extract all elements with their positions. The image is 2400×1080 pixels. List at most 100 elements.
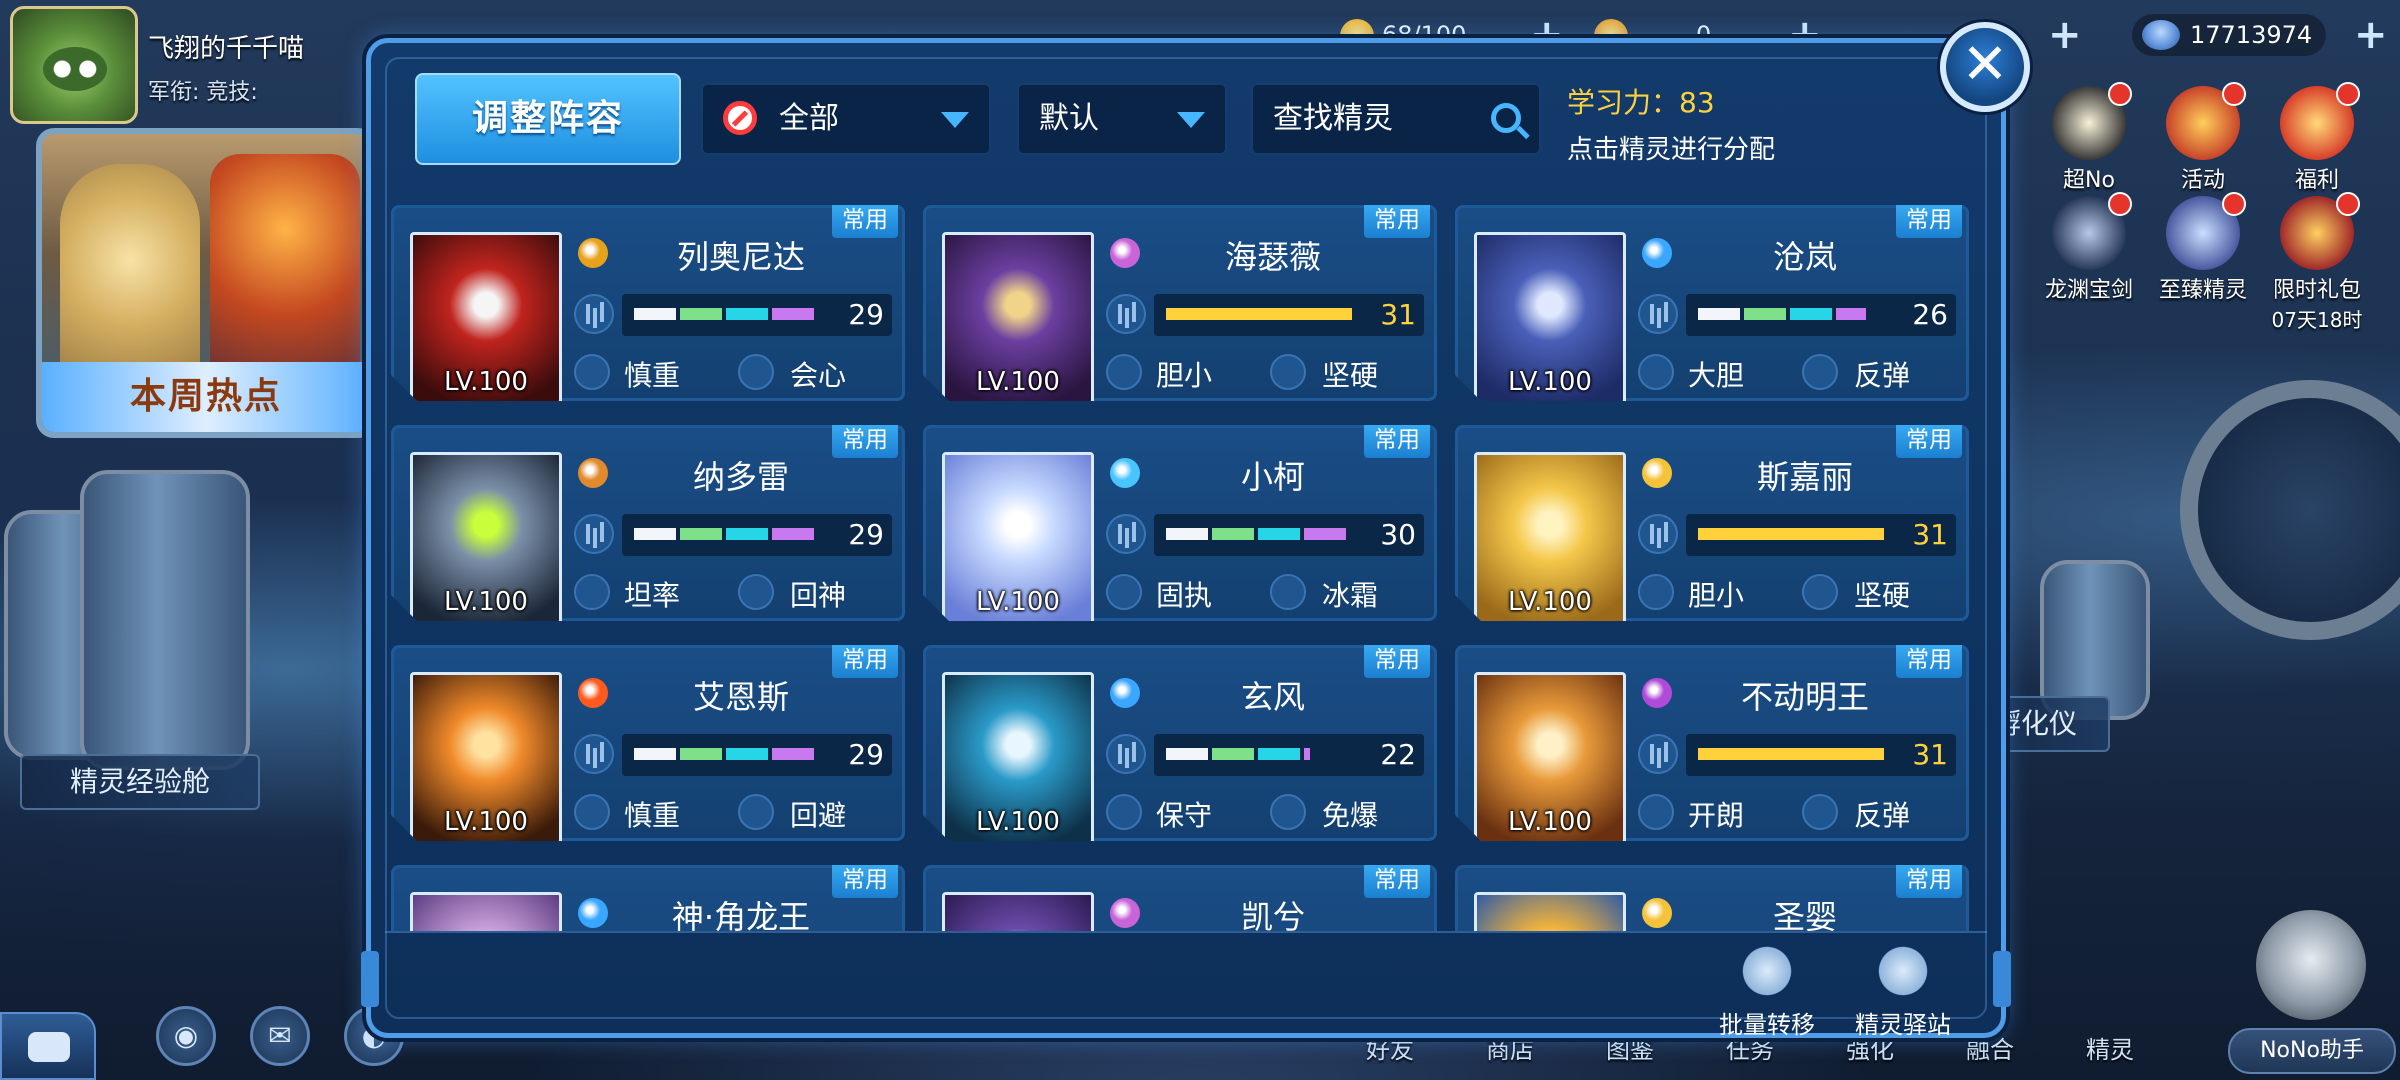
sword-icon [2052, 192, 2132, 270]
weekly-hot-banner[interactable]: 本周热点 [36, 128, 376, 438]
study-power-bar: 31 [1154, 294, 1424, 336]
sort-dropdown[interactable]: 默认 [1017, 83, 1227, 155]
panel-footer-divider [385, 931, 1987, 933]
nono-assistant-button[interactable]: NoNo助手 [2228, 1028, 2396, 1074]
trait-icon [1270, 574, 1306, 610]
study-power-segment [726, 308, 768, 320]
spirit-portrait[interactable]: LV.100 [1474, 892, 1626, 931]
player-profile[interactable]: 飞翔的千千喵 军衔: 竞技: [10, 6, 390, 124]
spirit-portrait[interactable]: LV.100 [942, 892, 1094, 931]
spirit-portrait[interactable]: LV.100 [410, 672, 562, 844]
spirit-name: 列奥尼达 [676, 238, 805, 276]
super-no-menu[interactable]: 超No [2034, 82, 2144, 194]
spirit-portrait[interactable]: LV.100 [1474, 672, 1626, 844]
eye-button[interactable]: ◉ [156, 1006, 216, 1066]
nature-icon [1106, 574, 1142, 610]
spirit-portrait[interactable]: LV.100 [410, 452, 562, 624]
study-power-segment [1698, 308, 1740, 320]
spirit-card[interactable]: 常用 LV.100 纳多雷 29 坦率 回神 [391, 425, 905, 621]
chat-button[interactable] [0, 1012, 96, 1080]
spirit-portrait[interactable]: LV.100 [410, 232, 562, 404]
spirit-trait: 免爆 [1322, 799, 1379, 832]
spirit-card[interactable]: 常用 LV.100 不动明王 31 开朗 反弹 [1455, 645, 1969, 841]
attribute-filter-dropdown[interactable]: 全部 [701, 83, 991, 155]
spirit-art [1477, 895, 1623, 931]
sort-value: 默认 [1039, 101, 1099, 136]
study-power-segment [1258, 528, 1300, 540]
supreme-spirit-menu[interactable]: 至臻精灵 [2148, 192, 2258, 304]
close-button[interactable]: ✕ [1940, 22, 2030, 112]
spirit-trait: 反弹 [1854, 359, 1911, 392]
panel-toolbar: 调整阵容 全部 默认 查找精灵 学习力：83 点击精灵进行分配 [371, 43, 2001, 183]
spirit-portrait[interactable]: LV.100 [942, 452, 1094, 624]
study-power-bar: 29 [622, 294, 892, 336]
mail-button[interactable]: ✉ [250, 1006, 310, 1066]
batch-transfer-button[interactable]: 批量转移 [1707, 943, 1827, 1040]
stats-icon[interactable] [1106, 514, 1146, 554]
attribute-icon [578, 458, 608, 488]
spirit-card[interactable]: 常用 LV.100 海瑟薇 31 胆小 坚硬 [923, 205, 1437, 401]
stats-icon[interactable] [1638, 294, 1678, 334]
spirit-card[interactable]: 常用 LV.100 艾恩斯 29 慎重 回避 [391, 645, 905, 841]
transfer-icon [1739, 943, 1795, 999]
study-power-number: 22 [1380, 738, 1416, 771]
stats-icon[interactable] [1638, 514, 1678, 554]
search-spirit-input[interactable]: 查找精灵 [1251, 83, 1541, 155]
nature-icon [1638, 574, 1674, 610]
trait-icon [738, 574, 774, 610]
spirit-card[interactable]: 常用 LV.100 神·角龙王 [391, 865, 905, 931]
study-power-number: 26 [1912, 298, 1948, 331]
study-power-number: 31 [1912, 738, 1948, 771]
spirit-card[interactable]: 常用 LV.100 沧岚 26 大胆 反弹 [1455, 205, 1969, 401]
spirit-portrait[interactable]: LV.100 [410, 892, 562, 931]
spirit-card[interactable]: 常用 LV.100 列奥尼达 29 慎重 会心 [391, 205, 905, 401]
welfare-label: 福利 [2294, 168, 2339, 193]
attribute-icon [1642, 458, 1672, 488]
attribute-icon [1110, 238, 1140, 268]
dragon-sword-label: 龙渊宝剑 [2044, 278, 2133, 303]
limited-pack-menu[interactable]: 限时礼包 07天18时 [2262, 192, 2372, 333]
spirit-card[interactable]: 常用 LV.100 圣婴 [1455, 865, 1969, 931]
attribute-icon [578, 678, 608, 708]
nav-spirits[interactable]: 精灵 [2060, 1030, 2160, 1065]
spirit-level: LV.100 [1508, 587, 1592, 617]
spirit-card[interactable]: 常用 LV.100 小柯 30 固执 冰霜 [923, 425, 1437, 621]
stats-icon[interactable] [574, 734, 614, 774]
study-power-segment [772, 308, 814, 320]
spirit-portrait[interactable]: LV.100 [942, 672, 1094, 844]
nono-assistant-avatar[interactable] [2256, 910, 2366, 1020]
spirit-name: 神·角龙王 [671, 898, 811, 931]
study-power-segment [680, 528, 722, 540]
stats-icon[interactable] [574, 294, 614, 334]
spirit-portrait[interactable]: LV.100 [1474, 232, 1626, 404]
spirit-card[interactable]: 常用 LV.100 凯兮 [923, 865, 1437, 931]
stats-icon[interactable] [1638, 734, 1678, 774]
search-icon[interactable] [1491, 103, 1521, 133]
stats-icon[interactable] [1106, 294, 1146, 334]
spirit-card[interactable]: 常用 LV.100 斯嘉丽 31 胆小 坚硬 [1455, 425, 1969, 621]
spirit-level: LV.100 [976, 587, 1060, 617]
add-diamond-button[interactable]: + [2048, 12, 2082, 58]
spirit-station-button[interactable]: 精灵驿站 [1843, 943, 1963, 1040]
super-no-icon [2052, 82, 2132, 160]
coins-resource: 17713974 [2132, 14, 2327, 56]
adjust-lineup-button[interactable]: 调整阵容 [415, 73, 681, 165]
player-rank: 军衔: 竞技: [148, 80, 258, 105]
stats-icon[interactable] [1106, 734, 1146, 774]
chevron-down-icon [1177, 112, 1205, 128]
welfare-menu[interactable]: 福利 [2262, 82, 2372, 194]
stats-icon[interactable] [574, 514, 614, 554]
trait-icon [738, 794, 774, 830]
activity-label: 活动 [2180, 168, 2225, 193]
trait-icon [1270, 794, 1306, 830]
spirit-portrait[interactable]: LV.100 [1474, 452, 1626, 624]
dragon-sword-menu[interactable]: 龙渊宝剑 [2034, 192, 2144, 304]
activity-menu[interactable]: 活动 [2148, 82, 2258, 194]
spirit-portrait[interactable]: LV.100 [942, 232, 1094, 404]
study-power-segment [634, 748, 676, 760]
add-coins-button[interactable]: + [2354, 12, 2388, 58]
exp-capsule-label[interactable]: 精灵经验舱 [20, 754, 260, 810]
spirit-card[interactable]: 常用 LV.100 玄风 22 保守 免爆 [923, 645, 1437, 841]
avatar[interactable] [10, 6, 138, 124]
spirit-nature: 固执 [1156, 579, 1213, 612]
